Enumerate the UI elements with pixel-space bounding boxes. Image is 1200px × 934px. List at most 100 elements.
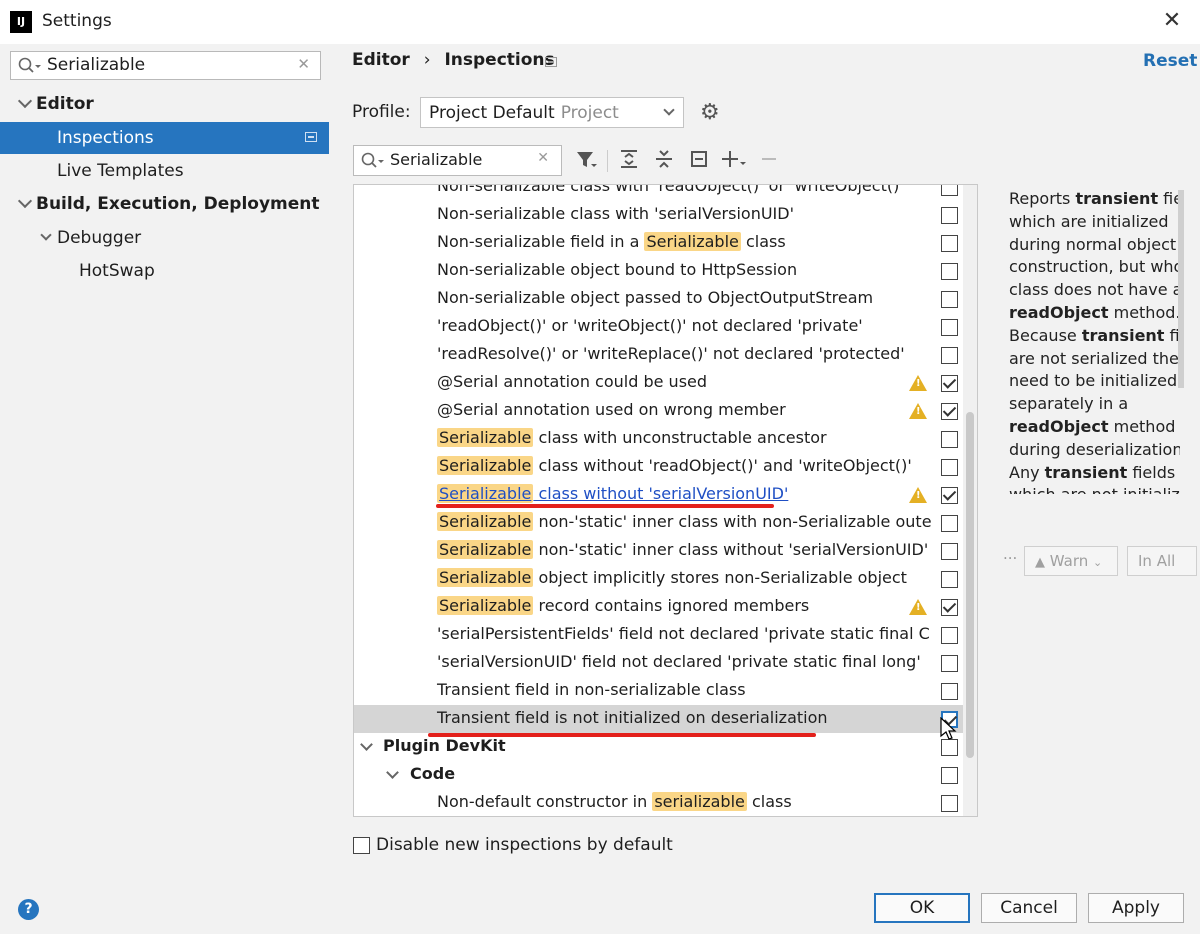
- warning-icon: [909, 403, 927, 419]
- list-scrollbar-thumb[interactable]: [966, 412, 974, 758]
- help-icon[interactable]: ?: [18, 899, 39, 920]
- gear-icon[interactable]: ⚙: [700, 100, 720, 125]
- breadcrumb-root[interactable]: Editor: [352, 50, 410, 70]
- severity-dropdown[interactable]: ▲ Warn ⌄: [1024, 546, 1118, 576]
- description-line: readObject method.: [1009, 302, 1180, 325]
- inspection-enable-checkbox[interactable]: [941, 515, 958, 532]
- scope-dropdown[interactable]: In All: [1127, 546, 1197, 576]
- inspection-row[interactable]: Non-serializable class with 'serialVersi…: [354, 201, 964, 229]
- chevron-down-icon: [663, 104, 675, 116]
- inspection-tree[interactable]: Non-serializable class with 'readObject(…: [353, 184, 978, 817]
- description-text: need to be initialized: [1009, 371, 1178, 391]
- inspection-enable-checkbox[interactable]: [941, 599, 958, 616]
- settings-search-input[interactable]: Serializable ✕: [10, 51, 321, 80]
- inspection-enable-checkbox[interactable]: [941, 683, 958, 700]
- inspection-row[interactable]: Transient field in non-serializable clas…: [354, 677, 964, 705]
- inspection-enable-checkbox[interactable]: [941, 431, 958, 448]
- toolbar-separator: [607, 150, 608, 172]
- inspection-enable-checkbox[interactable]: [941, 375, 958, 392]
- tree-item-hotswap[interactable]: HotSwap: [0, 255, 329, 287]
- disable-new-inspections-checkbox[interactable]: [353, 837, 370, 854]
- collapse-all-icon[interactable]: [651, 148, 677, 174]
- inspection-row[interactable]: 'readResolve()' or 'writeReplace()' not …: [354, 341, 964, 369]
- inspection-row[interactable]: 'serialPersistentFields' field not decla…: [354, 621, 964, 649]
- inspection-enable-checkbox[interactable]: [941, 207, 958, 224]
- description-text: fields: [1127, 462, 1176, 482]
- profile-label: Profile:: [352, 102, 411, 122]
- description-text: are not serialized they: [1009, 348, 1180, 368]
- inspection-row[interactable]: Non-serializable object bound to HttpSes…: [354, 257, 964, 285]
- inspection-enable-checkbox[interactable]: [941, 263, 958, 280]
- add-icon[interactable]: [721, 148, 747, 174]
- reset-to-default-icon[interactable]: [686, 148, 712, 174]
- profile-dropdown[interactable]: Project Default Project: [420, 97, 684, 128]
- apply-button[interactable]: Apply: [1088, 893, 1184, 923]
- expand-all-icon[interactable]: [616, 148, 642, 174]
- annotation-underline: [436, 504, 774, 508]
- inspection-row[interactable]: Transient field is not initialized on de…: [354, 705, 964, 733]
- inspection-row[interactable]: Non-serializable class with 'readObject(…: [354, 185, 964, 201]
- warning-icon: [909, 599, 927, 615]
- inspection-row[interactable]: @Serial annotation used on wrong member: [354, 397, 964, 425]
- inspection-enable-checkbox[interactable]: [941, 319, 958, 336]
- tree-item-editor[interactable]: Editor: [0, 88, 329, 120]
- tree-item-build-execution-deployment[interactable]: Build, Execution, Deployment: [0, 188, 329, 220]
- inspection-group-plugin-devkit[interactable]: Plugin DevKit: [354, 733, 964, 761]
- description-text: method: [1108, 416, 1176, 436]
- inspection-row[interactable]: Non-serializable field in a Serializable…: [354, 229, 964, 257]
- inspection-row[interactable]: Serializable non-'static' inner class wi…: [354, 509, 964, 537]
- disable-new-inspections-label[interactable]: Disable new inspections by default: [376, 835, 673, 855]
- search-highlight: Serializable: [437, 568, 534, 587]
- inspection-group-code[interactable]: Code: [354, 761, 964, 789]
- tree-item-debugger[interactable]: Debugger: [0, 222, 329, 254]
- clear-search-icon[interactable]: ✕: [297, 55, 310, 73]
- description-text: transient: [1081, 325, 1165, 345]
- search-highlight: Serializable: [437, 512, 534, 531]
- inspection-row[interactable]: Serializable class without 'readObject()…: [354, 453, 964, 481]
- inspection-row[interactable]: Serializable object implicitly stores no…: [354, 565, 964, 593]
- inspection-enable-checkbox[interactable]: [941, 627, 958, 644]
- search-highlight: Serializable: [644, 232, 741, 251]
- filter-icon[interactable]: [573, 148, 599, 174]
- inspection-row[interactable]: Serializable record contains ignored mem…: [354, 593, 964, 621]
- group-label: Code: [410, 764, 456, 783]
- inspection-enable-checkbox[interactable]: [941, 291, 958, 308]
- inspection-enable-checkbox[interactable]: [941, 347, 958, 364]
- inspection-enable-checkbox[interactable]: [941, 543, 958, 560]
- inspection-enable-checkbox[interactable]: [941, 185, 958, 196]
- remove-icon[interactable]: [756, 148, 782, 174]
- tree-item-live-templates[interactable]: Live Templates: [0, 155, 329, 187]
- inspection-row[interactable]: Serializable non-'static' inner class wi…: [354, 537, 964, 565]
- cancel-button[interactable]: Cancel: [981, 893, 1077, 923]
- inspection-row[interactable]: Non-serializable object passed to Object…: [354, 285, 964, 313]
- group-enable-checkbox[interactable]: [941, 767, 958, 784]
- severity-options-ellipsis[interactable]: ...: [1003, 545, 1017, 563]
- description-text: fiel: [1163, 189, 1180, 208]
- inspection-row[interactable]: 'readObject()' or 'writeObject()' not de…: [354, 313, 964, 341]
- description-line: during normal object: [1009, 234, 1180, 257]
- inspection-enable-checkbox[interactable]: [941, 487, 958, 504]
- inspection-row[interactable]: Non-default constructor in serializable …: [354, 789, 964, 816]
- inspection-enable-checkbox[interactable]: [941, 235, 958, 252]
- inspection-enable-checkbox[interactable]: [941, 571, 958, 588]
- tree-item-inspections[interactable]: Inspections: [0, 122, 329, 154]
- clear-filter-icon[interactable]: ✕: [537, 150, 549, 166]
- group-enable-checkbox[interactable]: [941, 739, 958, 756]
- description-scrollbar[interactable]: [1178, 190, 1184, 388]
- reset-link[interactable]: Reset: [1143, 51, 1197, 71]
- close-icon[interactable]: ✕: [1157, 6, 1187, 36]
- description-text: during normal object: [1009, 234, 1177, 254]
- description-line: separately in a: [1009, 393, 1180, 416]
- inspection-row[interactable]: 'serialVersionUID' field not declared 'p…: [354, 649, 964, 677]
- inspection-row[interactable]: Serializable class with unconstructable …: [354, 425, 964, 453]
- inspection-enable-checkbox[interactable]: [941, 795, 958, 812]
- inspection-row[interactable]: @Serial annotation could be used: [354, 369, 964, 397]
- inspection-filter-input[interactable]: Serializable ✕: [353, 145, 562, 176]
- warning-icon: [909, 487, 927, 503]
- inspection-enable-checkbox[interactable]: [941, 403, 958, 420]
- description-text: Any: [1009, 462, 1045, 482]
- inspection-enable-checkbox[interactable]: [941, 459, 958, 476]
- annotation-underline: [428, 733, 816, 737]
- ok-button[interactable]: OK: [874, 893, 970, 923]
- inspection-enable-checkbox[interactable]: [941, 655, 958, 672]
